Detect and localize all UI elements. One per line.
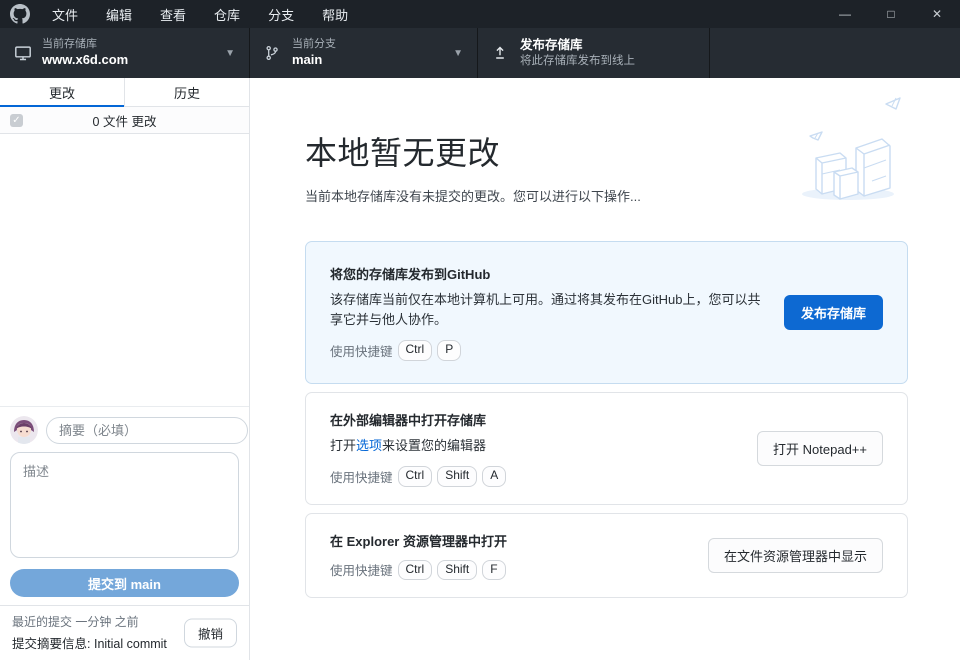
repo-label: 当前存储库: [42, 38, 128, 52]
changes-count-label: 0 文件 更改: [93, 111, 157, 130]
sidebar: 更改 历史 ✓ 0 文件 更改 提交到 main 最近的提交 一分钟 之: [0, 78, 250, 660]
current-branch-dropdown[interactable]: 当前分支 main ▼: [250, 28, 478, 78]
recent-commit-footer: 最近的提交 一分钟 之前 提交摘要信息: Initial commit 撤销: [0, 605, 249, 660]
key-shift: Shift: [437, 560, 477, 581]
open-explorer-card: 在 Explorer 资源管理器中打开 使用快捷键 Ctrl Shift F 在…: [305, 513, 908, 599]
open-editor-card-title: 在外部编辑器中打开存储库: [330, 410, 741, 429]
chevron-down-icon: ▼: [225, 48, 239, 59]
open-editor-card: 在外部编辑器中打开存储库 打开选项来设置您的编辑器 使用快捷键 Ctrl Shi…: [305, 392, 908, 505]
changes-count-header: ✓ 0 文件 更改: [0, 107, 249, 134]
window-controls: — □ ✕: [822, 0, 960, 28]
commit-summary-value: Initial commit: [94, 637, 167, 651]
commit-description-input[interactable]: [10, 452, 239, 558]
minimize-button[interactable]: —: [822, 0, 868, 28]
monitor-icon: [14, 44, 32, 62]
commit-summary-input[interactable]: [46, 417, 248, 444]
body-suffix: 来设置您的编辑器: [382, 438, 486, 453]
boxes-illustration: [782, 96, 914, 204]
current-repository-dropdown[interactable]: 当前存储库 www.x6d.com ▼: [0, 28, 250, 78]
shortcut-label: 使用快捷键: [330, 467, 393, 486]
branch-name: main: [292, 52, 336, 68]
main-panel: 本地暂无更改 当前本地存储库没有未提交的更改。您可以进行以下操作... 将您的存…: [250, 78, 960, 660]
github-logo-icon: [10, 4, 30, 24]
key-p: P: [437, 340, 461, 361]
sidebar-tabs: 更改 历史: [0, 78, 249, 107]
select-all-checkbox[interactable]: ✓: [10, 114, 23, 127]
body-prefix: 打开: [330, 438, 356, 453]
chevron-down-icon: ▼: [453, 48, 467, 59]
publish-title: 发布存储库: [520, 38, 635, 54]
tab-history[interactable]: 历史: [124, 78, 249, 106]
key-a: A: [482, 466, 506, 487]
key-ctrl: Ctrl: [398, 340, 433, 361]
repo-name: www.x6d.com: [42, 52, 128, 68]
shortcut-label: 使用快捷键: [330, 560, 393, 579]
menu-edit[interactable]: 编辑: [92, 0, 146, 28]
show-in-explorer-button[interactable]: 在文件资源管理器中显示: [708, 538, 883, 573]
publish-subtitle: 将此存储库发布到线上: [520, 54, 635, 68]
key-ctrl: Ctrl: [398, 560, 433, 581]
titlebar: 文件 编辑 查看 仓库 分支 帮助 — □ ✕: [0, 0, 960, 28]
changed-files-list: [0, 134, 249, 406]
publish-card: 将您的存储库发布到GitHub 该存储库当前仅在本地计算机上可用。通过将其发布在…: [305, 241, 908, 384]
close-button[interactable]: ✕: [914, 0, 960, 28]
publish-card-title: 将您的存储库发布到GitHub: [330, 264, 768, 283]
suggested-actions: 将您的存储库发布到GitHub 该存储库当前仅在本地计算机上可用。通过将其发布在…: [305, 241, 908, 598]
upload-icon: [492, 45, 510, 61]
menu-help[interactable]: 帮助: [308, 0, 362, 28]
undo-button[interactable]: 撤销: [184, 619, 237, 648]
menu-file[interactable]: 文件: [38, 0, 92, 28]
commit-summary-label: 提交摘要信息:: [12, 637, 90, 651]
commit-to-main-button[interactable]: 提交到 main: [10, 569, 239, 597]
shortcut-label: 使用快捷键: [330, 341, 393, 360]
menubar: 文件 编辑 查看 仓库 分支 帮助: [38, 0, 362, 28]
open-notepad-button[interactable]: 打开 Notepad++: [757, 431, 883, 466]
key-shift: Shift: [437, 466, 477, 487]
tab-changes[interactable]: 更改: [0, 78, 124, 106]
publish-repository-button[interactable]: 发布存储库: [784, 295, 883, 330]
open-editor-card-body: 打开选项来设置您的编辑器: [330, 436, 741, 456]
menu-view[interactable]: 查看: [146, 0, 200, 28]
commit-form: 提交到 main: [0, 406, 249, 605]
maximize-button[interactable]: □: [868, 0, 914, 28]
toolbar: 当前存储库 www.x6d.com ▼ 当前分支 main ▼ 发布存储库 将此…: [0, 28, 960, 78]
branch-label: 当前分支: [292, 38, 336, 52]
user-avatar: [10, 416, 38, 444]
open-explorer-card-title: 在 Explorer 资源管理器中打开: [330, 531, 692, 550]
publish-card-body: 该存储库当前仅在本地计算机上可用。通过将其发布在GitHub上，您可以共享它并与…: [330, 290, 768, 330]
menu-repository[interactable]: 仓库: [200, 0, 254, 28]
options-link[interactable]: 选项: [356, 438, 382, 453]
key-ctrl: Ctrl: [398, 466, 433, 487]
content: 更改 历史 ✓ 0 文件 更改 提交到 main 最近的提交 一分钟 之: [0, 78, 960, 660]
key-f: F: [482, 560, 505, 581]
publish-repository-toolbar-button[interactable]: 发布存储库 将此存储库发布到线上: [478, 28, 710, 78]
github-desktop-window: 文件 编辑 查看 仓库 分支 帮助 — □ ✕ 当前存储库 www.x6d.co…: [0, 0, 960, 660]
git-branch-icon: [264, 45, 282, 61]
menu-branch[interactable]: 分支: [254, 0, 308, 28]
